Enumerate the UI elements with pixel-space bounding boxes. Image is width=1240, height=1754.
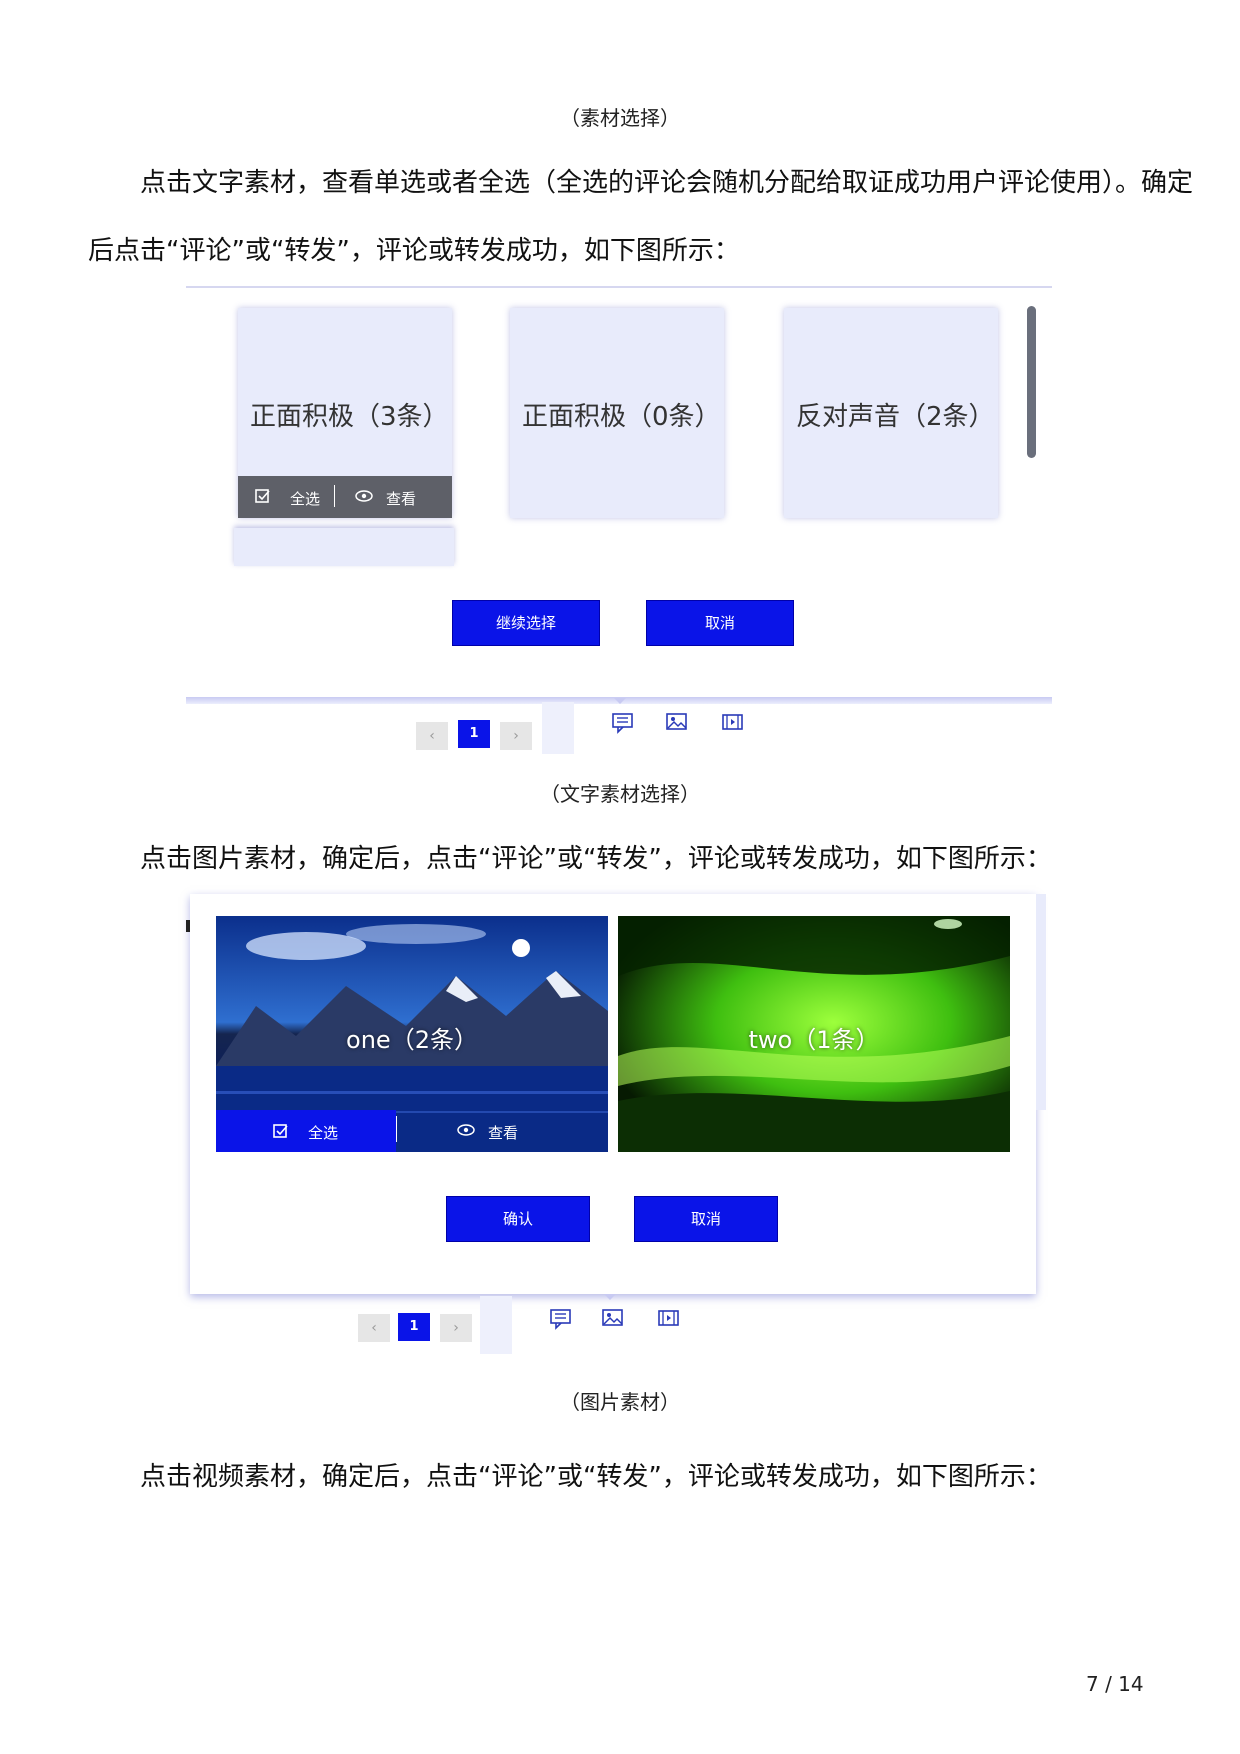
material-card-positive-3[interactable]: 正面积极（3条） 全选 查看 [238,308,452,518]
tile-action-bar: 全选 [216,1110,396,1152]
popover-pointer [604,1294,616,1300]
confirm-button[interactable]: 确认 [446,1196,590,1242]
material-card-partial [234,528,454,566]
toolbar-spacer [480,1296,512,1354]
caption-material-select: （素材选择） [560,106,680,130]
caption-image-material: （图片素材） [560,1390,680,1414]
pager-prev-button[interactable]: ‹ [416,722,448,750]
paragraph-text-material-line1: 点击文字素材，查看单选或者全选（全选的评论会随机分配给取证成功用户评论使用）。确… [140,168,1194,198]
card-title: 正面积极（3条） [250,402,449,432]
image-icon[interactable] [664,712,690,734]
image-icon[interactable] [600,1308,626,1330]
material-card-positive-0[interactable]: 正面积极（0条） [510,308,724,518]
checkbox-icon[interactable] [272,1122,290,1144]
pager-next-button[interactable]: › [440,1314,472,1342]
image-tile-one[interactable]: one（2条） 全选 查看 [216,916,608,1152]
pager-prev-button[interactable]: ‹ [358,1314,390,1342]
figure-divider [186,286,1052,288]
select-all-button[interactable]: 全选 [308,1122,338,1143]
view-button[interactable]: 查看 [488,1122,518,1143]
paragraph-video-material: 点击视频素材，确定后，点击“评论”或“转发”，评论或转发成功，如下图所示： [140,1462,1052,1492]
cancel-button[interactable]: 取消 [646,600,794,646]
edge-mark [186,920,190,932]
eye-icon[interactable] [456,1122,476,1142]
card-title: 反对声音（2条） [796,402,995,432]
comment-icon[interactable] [548,1308,574,1330]
divider [334,485,335,507]
image-label-two: two（1条） [748,1026,880,1054]
video-icon[interactable] [656,1308,682,1330]
cancel-button[interactable]: 取消 [634,1196,778,1242]
panel-side-strip [1036,894,1046,1110]
toolbar-spacer [542,702,574,754]
scrollbar-thumb[interactable] [1027,306,1036,458]
caption-text-material-select: （文字素材选择） [540,782,700,806]
pager-page-1[interactable]: 1 [458,720,490,748]
divider [396,1116,397,1142]
material-card-opposing-2[interactable]: 反对声音（2条） [784,308,998,518]
video-icon[interactable] [720,712,746,734]
eye-icon[interactable] [354,488,374,508]
checkbox-icon[interactable] [254,487,272,509]
card-action-bar: 全选 查看 [238,476,452,518]
comment-icon[interactable] [610,712,636,734]
paragraph-text-material-line2: 后点击“评论”或“转发”，评论或转发成功，如下图所示： [88,236,740,266]
popover-pointer [614,698,626,704]
continue-select-button[interactable]: 继续选择 [452,600,600,646]
paragraph-image-material: 点击图片素材，确定后，点击“评论”或“转发”，评论或转发成功，如下图所示： [140,844,1052,874]
image-label-one: one（2条） [346,1026,478,1054]
view-button[interactable]: 查看 [386,488,416,509]
page-number: 7 / 14 [1086,1672,1144,1696]
select-all-button[interactable]: 全选 [290,488,320,509]
pager-next-button[interactable]: › [500,722,532,750]
card-title: 正面积极（0条） [522,402,721,432]
pager-page-1[interactable]: 1 [398,1313,430,1341]
image-tile-two[interactable]: two（1条） [618,916,1010,1152]
